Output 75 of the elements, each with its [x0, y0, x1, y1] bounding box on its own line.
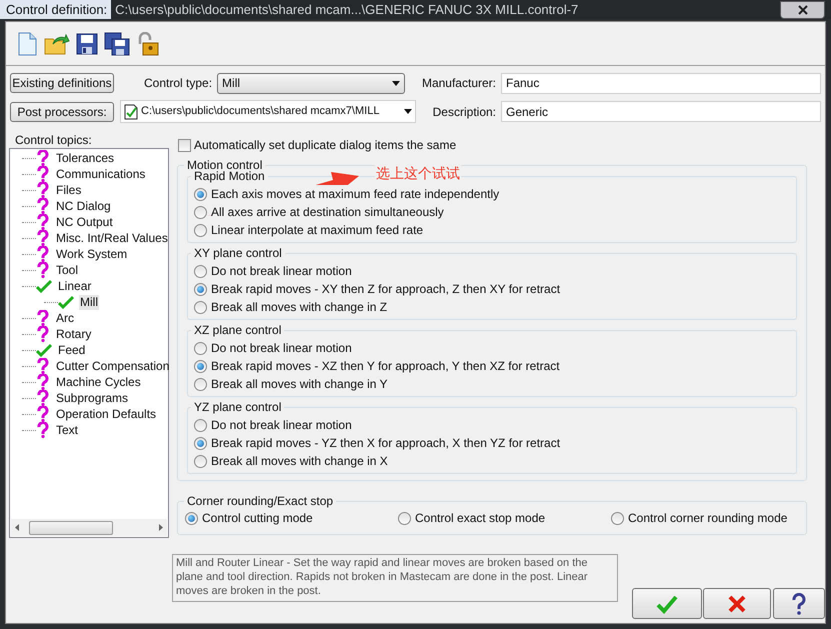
window-title: Control definition:	[0, 0, 112, 19]
radio-label: Each axis moves at maximum feed rate independently	[211, 185, 500, 203]
group-title: Rapid Motion	[191, 169, 268, 183]
open-folder-icon[interactable]	[44, 32, 70, 56]
save-icon[interactable]	[76, 32, 98, 56]
description-field[interactable]: Generic	[501, 101, 821, 122]
check-mark-icon	[656, 594, 678, 614]
horizontal-scrollbar[interactable]	[11, 519, 167, 536]
control-topics-label: Control topics:	[14, 133, 93, 147]
unlocked-padlock-icon[interactable]	[136, 32, 160, 56]
manufacturer-label: Manufacturer:	[420, 75, 496, 92]
radio-button[interactable]	[398, 512, 411, 524]
caret-icon	[392, 80, 400, 86]
tree-item[interactable]: Machine Cycles	[55, 374, 142, 390]
tree-item[interactable]: Tool	[55, 262, 80, 278]
group-title: YZ plane control	[191, 400, 284, 414]
radio-button[interactable]	[194, 188, 207, 200]
caret-icon	[404, 109, 412, 114]
tree-item[interactable]: Arc	[55, 310, 75, 326]
tree-item[interactable]: Text	[55, 422, 80, 438]
save-all-icon[interactable]	[104, 32, 130, 56]
tree-item[interactable]: Files	[55, 182, 82, 198]
tree-item[interactable]: Mill	[79, 294, 99, 310]
post-processors-button[interactable]: Post processors:	[10, 102, 114, 122]
cross-icon	[726, 594, 748, 614]
existing-definitions-button[interactable]: Existing definitions	[10, 73, 114, 93]
radio-button[interactable]	[194, 206, 207, 218]
radio-button[interactable]	[194, 224, 207, 236]
tree-item[interactable]: Linear	[57, 278, 92, 294]
group-title: XZ plane control	[191, 323, 284, 337]
radio-button[interactable]	[194, 436, 207, 450]
annotation-text: 选上这个试试	[375, 165, 461, 182]
radio-button[interactable]	[185, 512, 198, 524]
radio-button[interactable]	[194, 360, 207, 372]
group-title: XY plane control	[191, 246, 285, 260]
right-arrow-icon[interactable]	[159, 524, 163, 531]
left-arrow-icon[interactable]	[15, 524, 19, 531]
radio-button[interactable]	[611, 512, 624, 524]
checkbox[interactable]	[178, 138, 191, 152]
checked-document-icon	[124, 104, 138, 120]
radio-label: All axes arrive at destination simultaneously	[211, 203, 444, 221]
group-title: Corner rounding/Exact stop	[184, 494, 336, 508]
checkbox-label: Automatically set duplicate dialog items the same	[194, 137, 456, 154]
tree-item[interactable]: Misc. Int/Real Values	[55, 230, 169, 246]
question-mark-icon	[790, 592, 808, 614]
control-type-dropdown[interactable]: Mill	[217, 72, 406, 94]
close-button[interactable]	[780, 0, 825, 18]
tree-item[interactable]: Work System	[55, 246, 128, 262]
new-file-icon[interactable]	[16, 32, 38, 56]
tree-item[interactable]: Subprograms	[55, 390, 130, 406]
radio-button[interactable]	[194, 342, 207, 354]
help-button[interactable]	[773, 588, 825, 619]
close-icon	[798, 4, 808, 14]
description-label: Description:	[432, 104, 496, 120]
radio-button[interactable]	[194, 264, 207, 278]
help-text: Mill and Router Linear - Set the way rapid and linear moves are broken based on the plane and tool direction. Rapids not broken in Mastecam are done in the post. Linear moves are broken in the post.	[172, 554, 618, 602]
radio-button[interactable]	[194, 300, 207, 314]
window-title-path: C:\users\public\documents\shared mcam...\GENERIC FANUC 3X MILL.control-7	[114, 0, 578, 19]
ok-button[interactable]	[632, 588, 702, 619]
tree-item[interactable]: Feed	[57, 342, 86, 358]
cancel-button[interactable]	[703, 588, 771, 619]
control-type-label: Control type:	[144, 75, 212, 92]
radio-button[interactable]	[194, 454, 207, 468]
radio-button[interactable]	[194, 418, 207, 432]
tree-item[interactable]: Cutter Compensation	[55, 358, 170, 374]
radio-button[interactable]	[194, 282, 207, 296]
tree-item[interactable]: NC Dialog	[55, 198, 112, 214]
radio-button[interactable]	[194, 378, 207, 390]
tree-item[interactable]: NC Output	[55, 214, 114, 230]
tree-item[interactable]: Communications	[55, 166, 146, 182]
tree-item[interactable]: Operation Defaults	[55, 406, 158, 422]
post-processor-combo[interactable]: C:\users\public\documents\shared mcamx7\MILL	[120, 100, 416, 123]
tree-item[interactable]: Rotary	[55, 326, 92, 342]
manufacturer-field[interactable]: Fanuc	[501, 72, 821, 94]
tree-item[interactable]: Tolerances	[55, 150, 116, 166]
